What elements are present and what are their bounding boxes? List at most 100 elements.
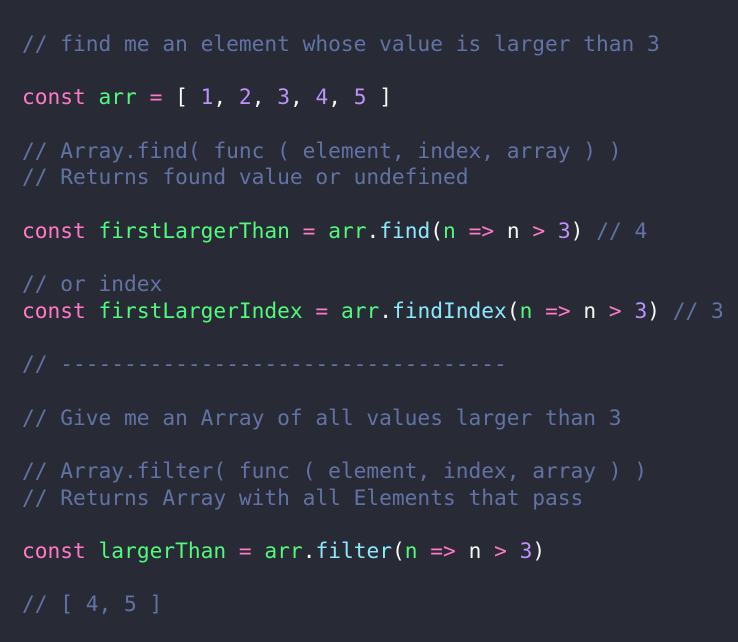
code-comment: // find me an element whose value is lar… [22, 31, 660, 56]
variable-token: arr [264, 538, 303, 564]
punctuation-token: ] [366, 84, 393, 110]
code-line: // [ 4, 5 ] [22, 591, 724, 618]
operator-token: => [430, 538, 456, 564]
code-comment: // ----------------------------------- [22, 351, 507, 377]
code-line: const firstLargerThan = arr.find(n => n … [22, 218, 724, 245]
code-line: // find me an element whose value is lar… [22, 31, 724, 58]
keyword-token: const [22, 84, 86, 110]
code-comment: // 3 [672, 297, 724, 323]
operator-token: > [494, 538, 507, 564]
method-name: find [379, 217, 431, 243]
number-literal: 3 [634, 297, 648, 323]
method-name: findIndex [392, 297, 507, 323]
variable-token: firstLargerThan [98, 217, 290, 243]
operator-token: > [608, 297, 622, 323]
punctuation-token: , [213, 84, 239, 110]
code-comment: // or index [22, 271, 163, 297]
punctuation-token: ) [570, 217, 584, 243]
operator-token: = [315, 297, 329, 323]
punctuation-token: , [289, 84, 316, 110]
code-line: // Returns Array with all Elements that … [22, 485, 724, 512]
plain-token: n [494, 217, 533, 243]
number-literal: 3 [519, 538, 533, 564]
variable-token: arr [340, 297, 380, 323]
operator-token: = [149, 84, 163, 110]
code-comment: // [ 4, 5 ] [22, 591, 163, 617]
punctuation-token: ( [430, 217, 444, 243]
operator-token: = [302, 217, 316, 243]
parameter-token: n [519, 297, 533, 323]
plain-token: n [570, 297, 609, 323]
punctuation-token: . [366, 217, 380, 243]
punctuation-token: ) [532, 538, 546, 564]
punctuation-token: . [302, 538, 316, 564]
punctuation-token: , [328, 84, 354, 110]
code-line: const largerThan = arr.filter(n => n > 3… [22, 538, 724, 565]
number-literal: 3 [557, 217, 571, 243]
code-line: const arr = [ 1, 2, 3, 4, 5 ] [22, 84, 724, 111]
variable-token: arr [98, 84, 137, 110]
operator-token: => [545, 297, 571, 323]
punctuation-token: ( [506, 297, 520, 323]
code-line: // ----------------------------------- [22, 351, 724, 378]
code-comment: // Returns found value or undefined [22, 164, 469, 190]
operator-token: > [532, 217, 546, 243]
punctuation-token: . [379, 297, 392, 323]
code-line: const firstLargerIndex = arr.findIndex(n… [22, 298, 724, 325]
code-line: // Give me an Array of all values larger… [22, 405, 724, 432]
parameter-token: n [443, 217, 456, 243]
number-literal: 5 [353, 84, 367, 110]
number-literal: 4 [315, 84, 329, 110]
punctuation-token: , [251, 84, 278, 110]
code-line: // or index [22, 271, 724, 298]
method-name: filter [315, 538, 392, 564]
code-comment: // Array.filter( func ( element, index, … [22, 458, 648, 483]
code-line: // Returns found value or undefined [22, 164, 724, 191]
number-literal: 1 [200, 84, 214, 110]
number-literal: 3 [277, 84, 290, 110]
variable-token: arr [328, 217, 367, 243]
code-comment: // Give me an Array of all values larger… [22, 404, 622, 430]
code-comment: // Array.find( func ( element, index, ar… [22, 137, 622, 163]
plain-token: n [455, 538, 495, 564]
keyword-token: const [22, 297, 86, 323]
punctuation-token: ) [647, 297, 660, 323]
operator-token: = [238, 538, 252, 564]
punctuation-token: ( [392, 538, 405, 564]
operator-token: => [468, 217, 495, 243]
variable-token: largerThan [98, 538, 227, 564]
variable-token: firstLargerIndex [98, 297, 303, 323]
parameter-token: n [404, 538, 418, 564]
code-comment: // 4 [596, 217, 648, 243]
code-editor[interactable]: // find me an element whose value is lar… [22, 31, 724, 618]
code-line: // Array.find( func ( element, index, ar… [22, 138, 724, 165]
keyword-token: const [22, 538, 86, 564]
